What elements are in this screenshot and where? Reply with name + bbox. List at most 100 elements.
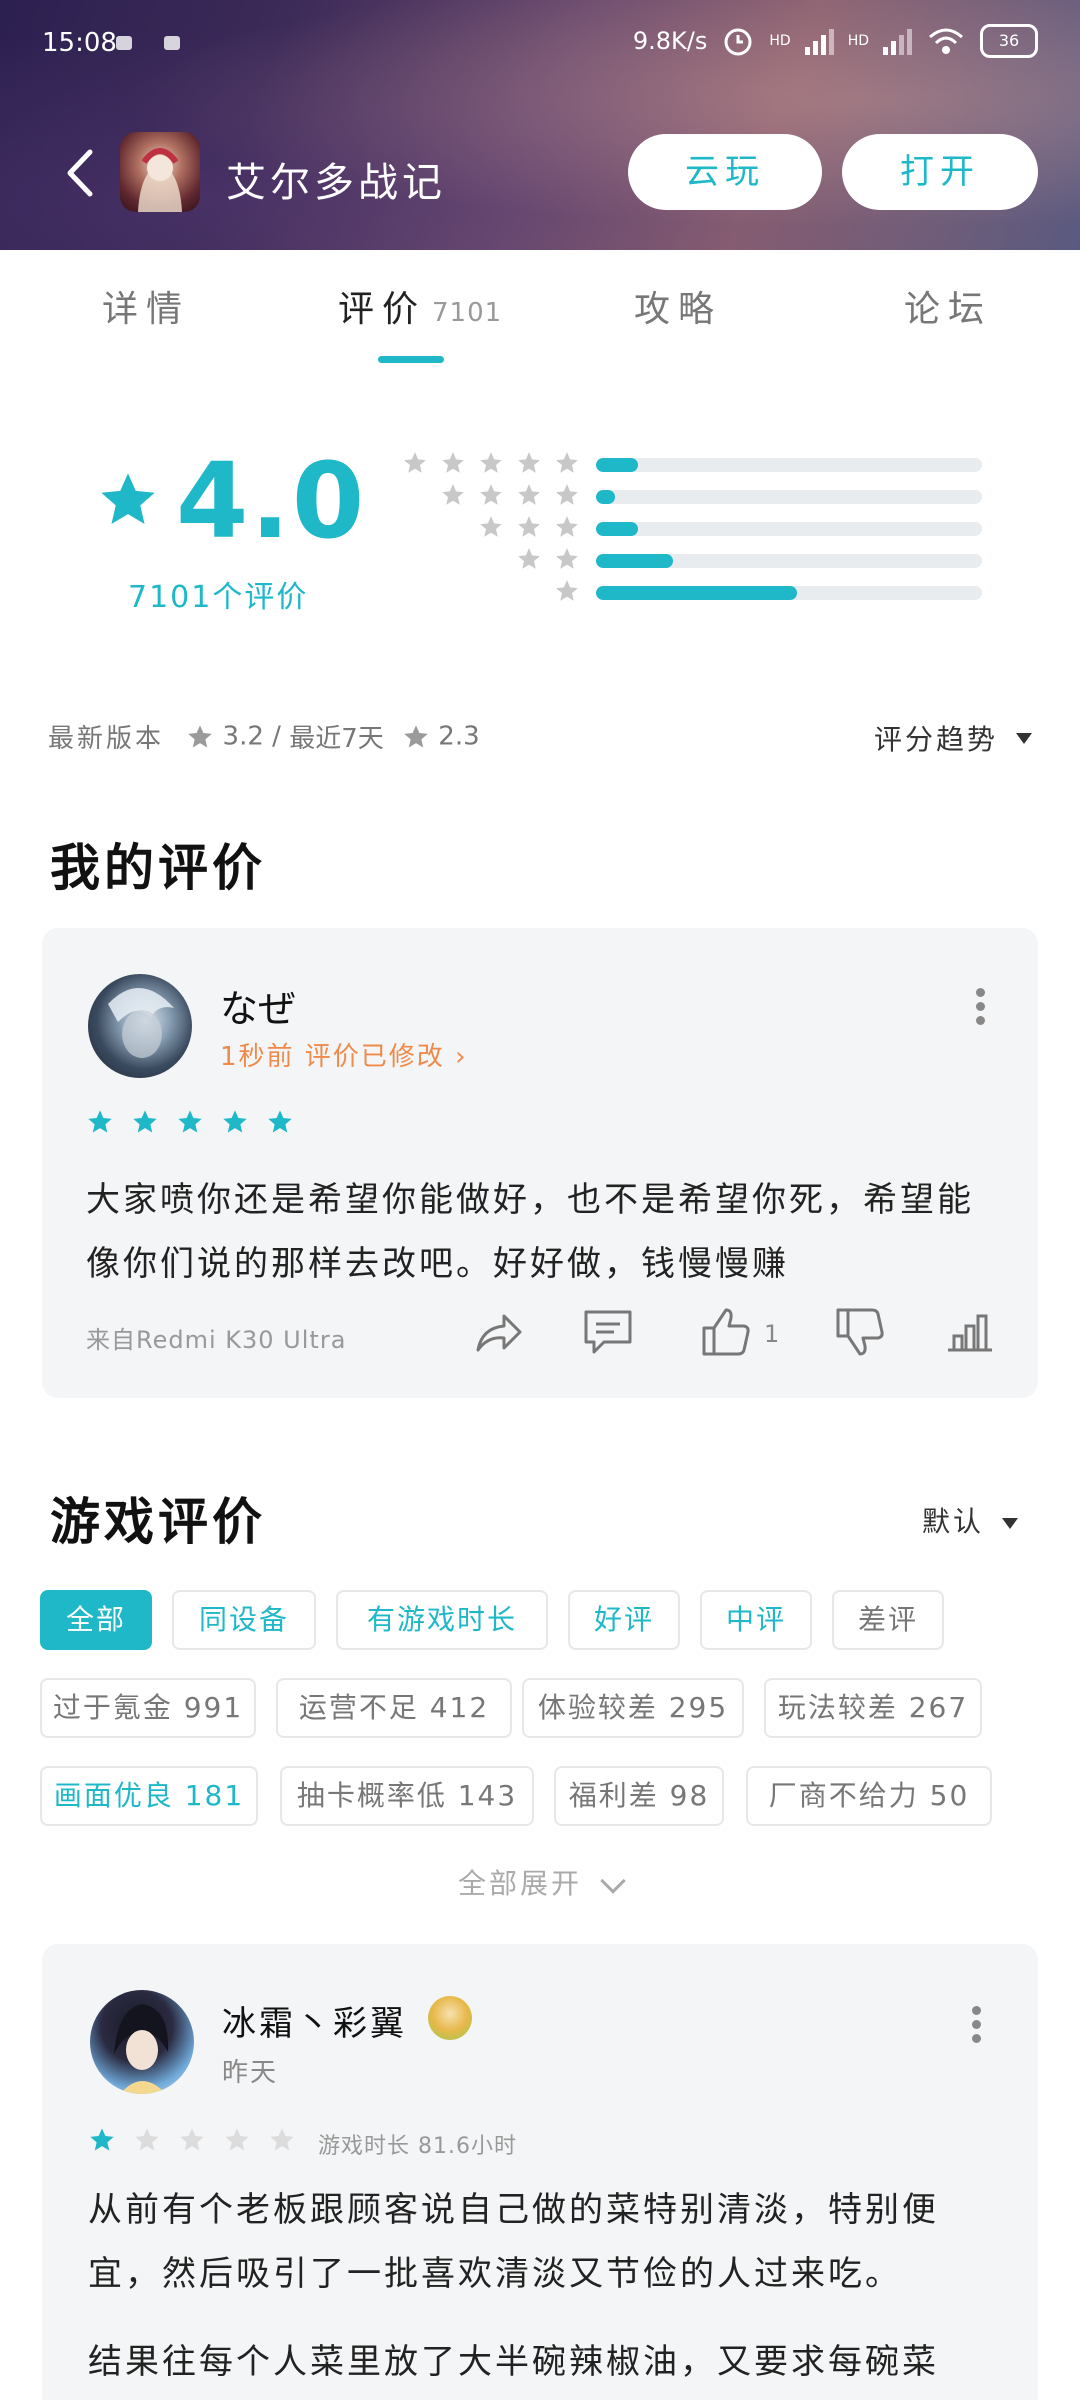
status-bar: 15:08 9.8K/s HD HD 36 xyxy=(0,0,1080,90)
tab-label: 评价 xyxy=(338,289,427,330)
star-icon xyxy=(268,1110,292,1133)
star-icon xyxy=(480,452,502,473)
status-icons: 9.8K/s HD HD 36 xyxy=(633,24,1038,58)
filter-neutral[interactable]: 中评 xyxy=(700,1590,812,1650)
star-icon xyxy=(133,1110,157,1133)
tab-label: 详情 xyxy=(102,289,191,330)
star-icon xyxy=(404,452,426,473)
app-icon-art xyxy=(138,148,182,212)
app-title: 艾尔多战记 xyxy=(226,160,446,206)
tag-over-monetized[interactable]: 过于氪金 991 xyxy=(40,1678,256,1738)
expand-all-label: 全部展开 xyxy=(457,1867,582,1900)
expand-all-button[interactable]: 全部展开 xyxy=(0,1862,1080,1902)
like-count: 1 xyxy=(764,1320,780,1348)
more-options-icon[interactable] xyxy=(970,2006,982,2043)
thumbs-up-icon[interactable] xyxy=(698,1304,754,1360)
recent-score: 2.3 xyxy=(438,721,480,752)
back-arrow-icon[interactable] xyxy=(60,148,100,198)
signal-icon xyxy=(883,27,912,55)
distribution-bar-track xyxy=(596,490,982,504)
review-text: 大家喷你还是希望你能做好，也不是希望你死，希望能像你们说的那样去改吧。好好做，钱… xyxy=(86,1180,974,1284)
rating-trend-label: 评分趋势 xyxy=(873,723,998,756)
tab-forum[interactable]: 论坛 xyxy=(904,280,992,332)
caret-down-icon xyxy=(1002,1517,1018,1529)
filter-has-playtime[interactable]: 有游戏时长 xyxy=(336,1590,548,1650)
tab-label: 论坛 xyxy=(904,289,993,330)
distribution-row-3-star xyxy=(400,514,990,544)
nav-row: 艾尔多战记 云玩 打开 xyxy=(0,120,1080,220)
distribution-bar-track xyxy=(596,458,982,472)
rating-trend-dropdown[interactable]: 评分趋势 xyxy=(874,718,1032,758)
tag-poor-rewards[interactable]: 福利差 98 xyxy=(554,1766,724,1826)
tag-good-graphics[interactable]: 画面优良 181 xyxy=(40,1766,258,1826)
distribution-bar-track xyxy=(596,586,982,600)
star-icon xyxy=(404,724,428,747)
star-icon xyxy=(270,2128,294,2151)
avatar-art xyxy=(114,2004,169,2094)
more-options-icon[interactable] xyxy=(974,988,986,1025)
user-name[interactable]: 冰霜丶彩翼 xyxy=(222,1996,407,2045)
review-paragraph: 从前有个老板跟顾客说自己做的菜特别清淡，特别便宜，然后吸引了一批喜欢清淡又节俭的… xyxy=(88,2190,939,2294)
battery-icon: 36 xyxy=(980,24,1038,58)
tag-weak-developer[interactable]: 厂商不给力 50 xyxy=(746,1766,992,1826)
share-icon[interactable] xyxy=(470,1304,526,1360)
distribution-stars xyxy=(478,514,580,540)
latest-version-label: 最新版本 xyxy=(48,724,165,754)
separator: / xyxy=(272,721,281,752)
latest-version-score: 3.2 xyxy=(222,721,264,752)
rating-summary: 4.0 7101个评价 xyxy=(0,400,1080,640)
avatar[interactable] xyxy=(88,974,192,1078)
tag-poor-experience[interactable]: 体验较差 295 xyxy=(522,1678,744,1738)
star-icon xyxy=(442,484,464,505)
sort-dropdown[interactable]: 默认 xyxy=(922,1500,1018,1540)
star-icon xyxy=(180,2128,204,2151)
distribution-stars xyxy=(554,578,580,604)
tab-bar: 详情 评价 7101 攻略 论坛 xyxy=(0,250,1080,370)
wifi-icon xyxy=(929,28,963,54)
tab-reviews[interactable]: 评价 7101 xyxy=(338,280,502,332)
star-icon xyxy=(518,484,540,505)
stats-icon[interactable] xyxy=(942,1304,998,1360)
distribution-bar-fill xyxy=(596,490,616,504)
device-label: 来自Redmi K30 Ultra xyxy=(86,1326,347,1354)
star-icon xyxy=(135,2128,159,2151)
star-icon xyxy=(556,484,578,505)
star-icon xyxy=(518,452,540,473)
star-icon xyxy=(88,1110,112,1133)
filter-same-device[interactable]: 同设备 xyxy=(172,1590,316,1650)
review-card: 冰霜丶彩翼 昨天 游戏时长 81.6小时 从前有个老板跟顾客说自己做的菜特别清淡… xyxy=(42,1944,1038,2400)
tag-poor-gameplay[interactable]: 玩法较差 267 xyxy=(764,1678,982,1738)
distribution-bar-track xyxy=(596,554,982,568)
playtime-label: 游戏时长 81.6小时 xyxy=(318,2134,517,2159)
star-icon xyxy=(556,580,578,601)
edit-note-link[interactable]: 1秒前 评价已修改 › xyxy=(220,1036,467,1073)
version-rating-line: 最新版本 3.2 / 最近7天 2.3 评分趋势 xyxy=(48,718,1032,758)
tag-poor-operation[interactable]: 运营不足 412 xyxy=(276,1678,512,1738)
tab-details[interactable]: 详情 xyxy=(102,280,190,332)
thumbs-down-icon[interactable] xyxy=(832,1304,888,1360)
post-time: 昨天 xyxy=(222,2058,279,2088)
open-button[interactable]: 打开 xyxy=(842,134,1038,210)
distribution-bar-track xyxy=(596,522,982,536)
tag-low-gacha-rate[interactable]: 抽卡概率低 143 xyxy=(280,1766,534,1826)
avatar[interactable] xyxy=(90,1990,194,2094)
cloud-play-button[interactable]: 云玩 xyxy=(628,134,822,210)
filter-negative[interactable]: 差评 xyxy=(832,1590,944,1650)
recent-label: 最近7天 xyxy=(289,724,384,754)
filter-all[interactable]: 全部 xyxy=(40,1590,152,1650)
distribution-stars xyxy=(402,450,580,476)
distribution-row-5-star xyxy=(400,450,990,480)
comment-icon[interactable] xyxy=(580,1304,636,1360)
filter-positive[interactable]: 好评 xyxy=(568,1590,680,1650)
user-badge-icon xyxy=(428,1996,472,2040)
distribution-bar-fill xyxy=(596,554,674,568)
star-icon xyxy=(556,452,578,473)
chevron-down-icon xyxy=(600,1868,626,1894)
star-icon xyxy=(480,516,502,537)
user-name[interactable]: なぜ xyxy=(220,978,296,1033)
star-icon xyxy=(556,516,578,537)
star-icon xyxy=(480,484,502,505)
tab-guides[interactable]: 攻略 xyxy=(634,280,722,332)
star-icon xyxy=(188,724,212,747)
review-count: 7101 xyxy=(432,298,503,328)
